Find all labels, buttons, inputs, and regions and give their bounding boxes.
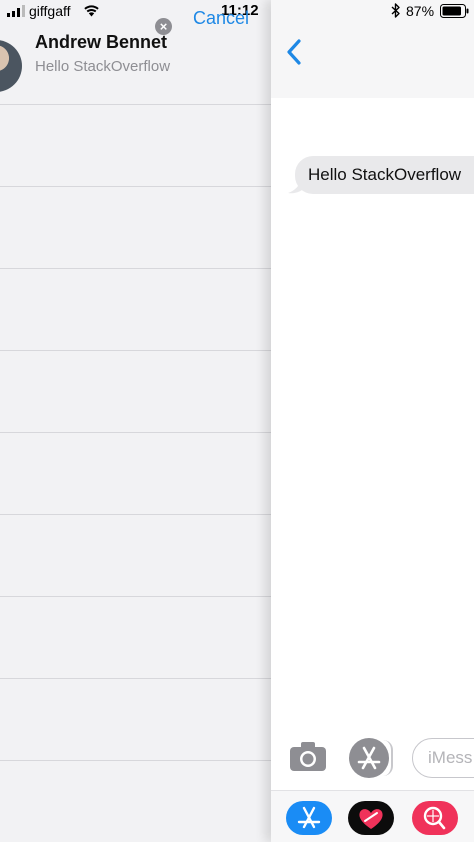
list-item <box>0 515 271 597</box>
contact-name: Andrew Bennet <box>35 32 168 52</box>
images-search-button[interactable] <box>412 801 458 835</box>
message-preview: Hello StackOverflow <box>35 58 171 75</box>
digital-touch-icon <box>359 809 383 829</box>
app-drawer-toggle-edge <box>383 740 393 776</box>
list-item <box>0 679 271 761</box>
list-item <box>0 105 271 187</box>
list-item-contact[interactable]: Andrew Bennet Hello StackOverflow <box>0 22 271 105</box>
status-bar: giffgaff 11:12 Cancel 87% <box>0 0 474 28</box>
list-item <box>0 761 271 842</box>
imessage-input[interactable]: iMess <box>412 738 474 778</box>
battery-icon <box>440 4 469 18</box>
app-drawer <box>271 790 474 842</box>
list-item <box>0 187 271 269</box>
drawer-app-store-button[interactable] <box>286 801 332 835</box>
signal-icon <box>7 5 25 17</box>
back-chevron-icon[interactable] <box>285 38 303 66</box>
incoming-message-bubble[interactable]: Hello StackOverflow <box>295 156 474 194</box>
app-store-icon <box>297 806 321 829</box>
list-item <box>0 351 271 433</box>
avatar <box>0 40 22 92</box>
conversation-view: Hello StackOverflow iMess <box>271 0 474 842</box>
images-search-icon <box>423 806 446 830</box>
wifi-icon <box>84 5 99 17</box>
messages-screen: Andrew Bennet Hello StackOverflow × Hell… <box>0 0 474 842</box>
list-item <box>0 433 271 515</box>
carrier-name: giffgaff <box>29 3 71 19</box>
list-item <box>0 597 271 679</box>
camera-icon[interactable] <box>289 740 327 772</box>
list-item <box>0 269 271 351</box>
bluetooth-icon <box>391 3 400 18</box>
digital-touch-button[interactable] <box>348 801 394 835</box>
conversation-list: Andrew Bennet Hello StackOverflow × <box>0 0 271 842</box>
battery-percentage: 87% <box>406 3 435 19</box>
cancel-button[interactable]: Cancel <box>193 8 249 29</box>
